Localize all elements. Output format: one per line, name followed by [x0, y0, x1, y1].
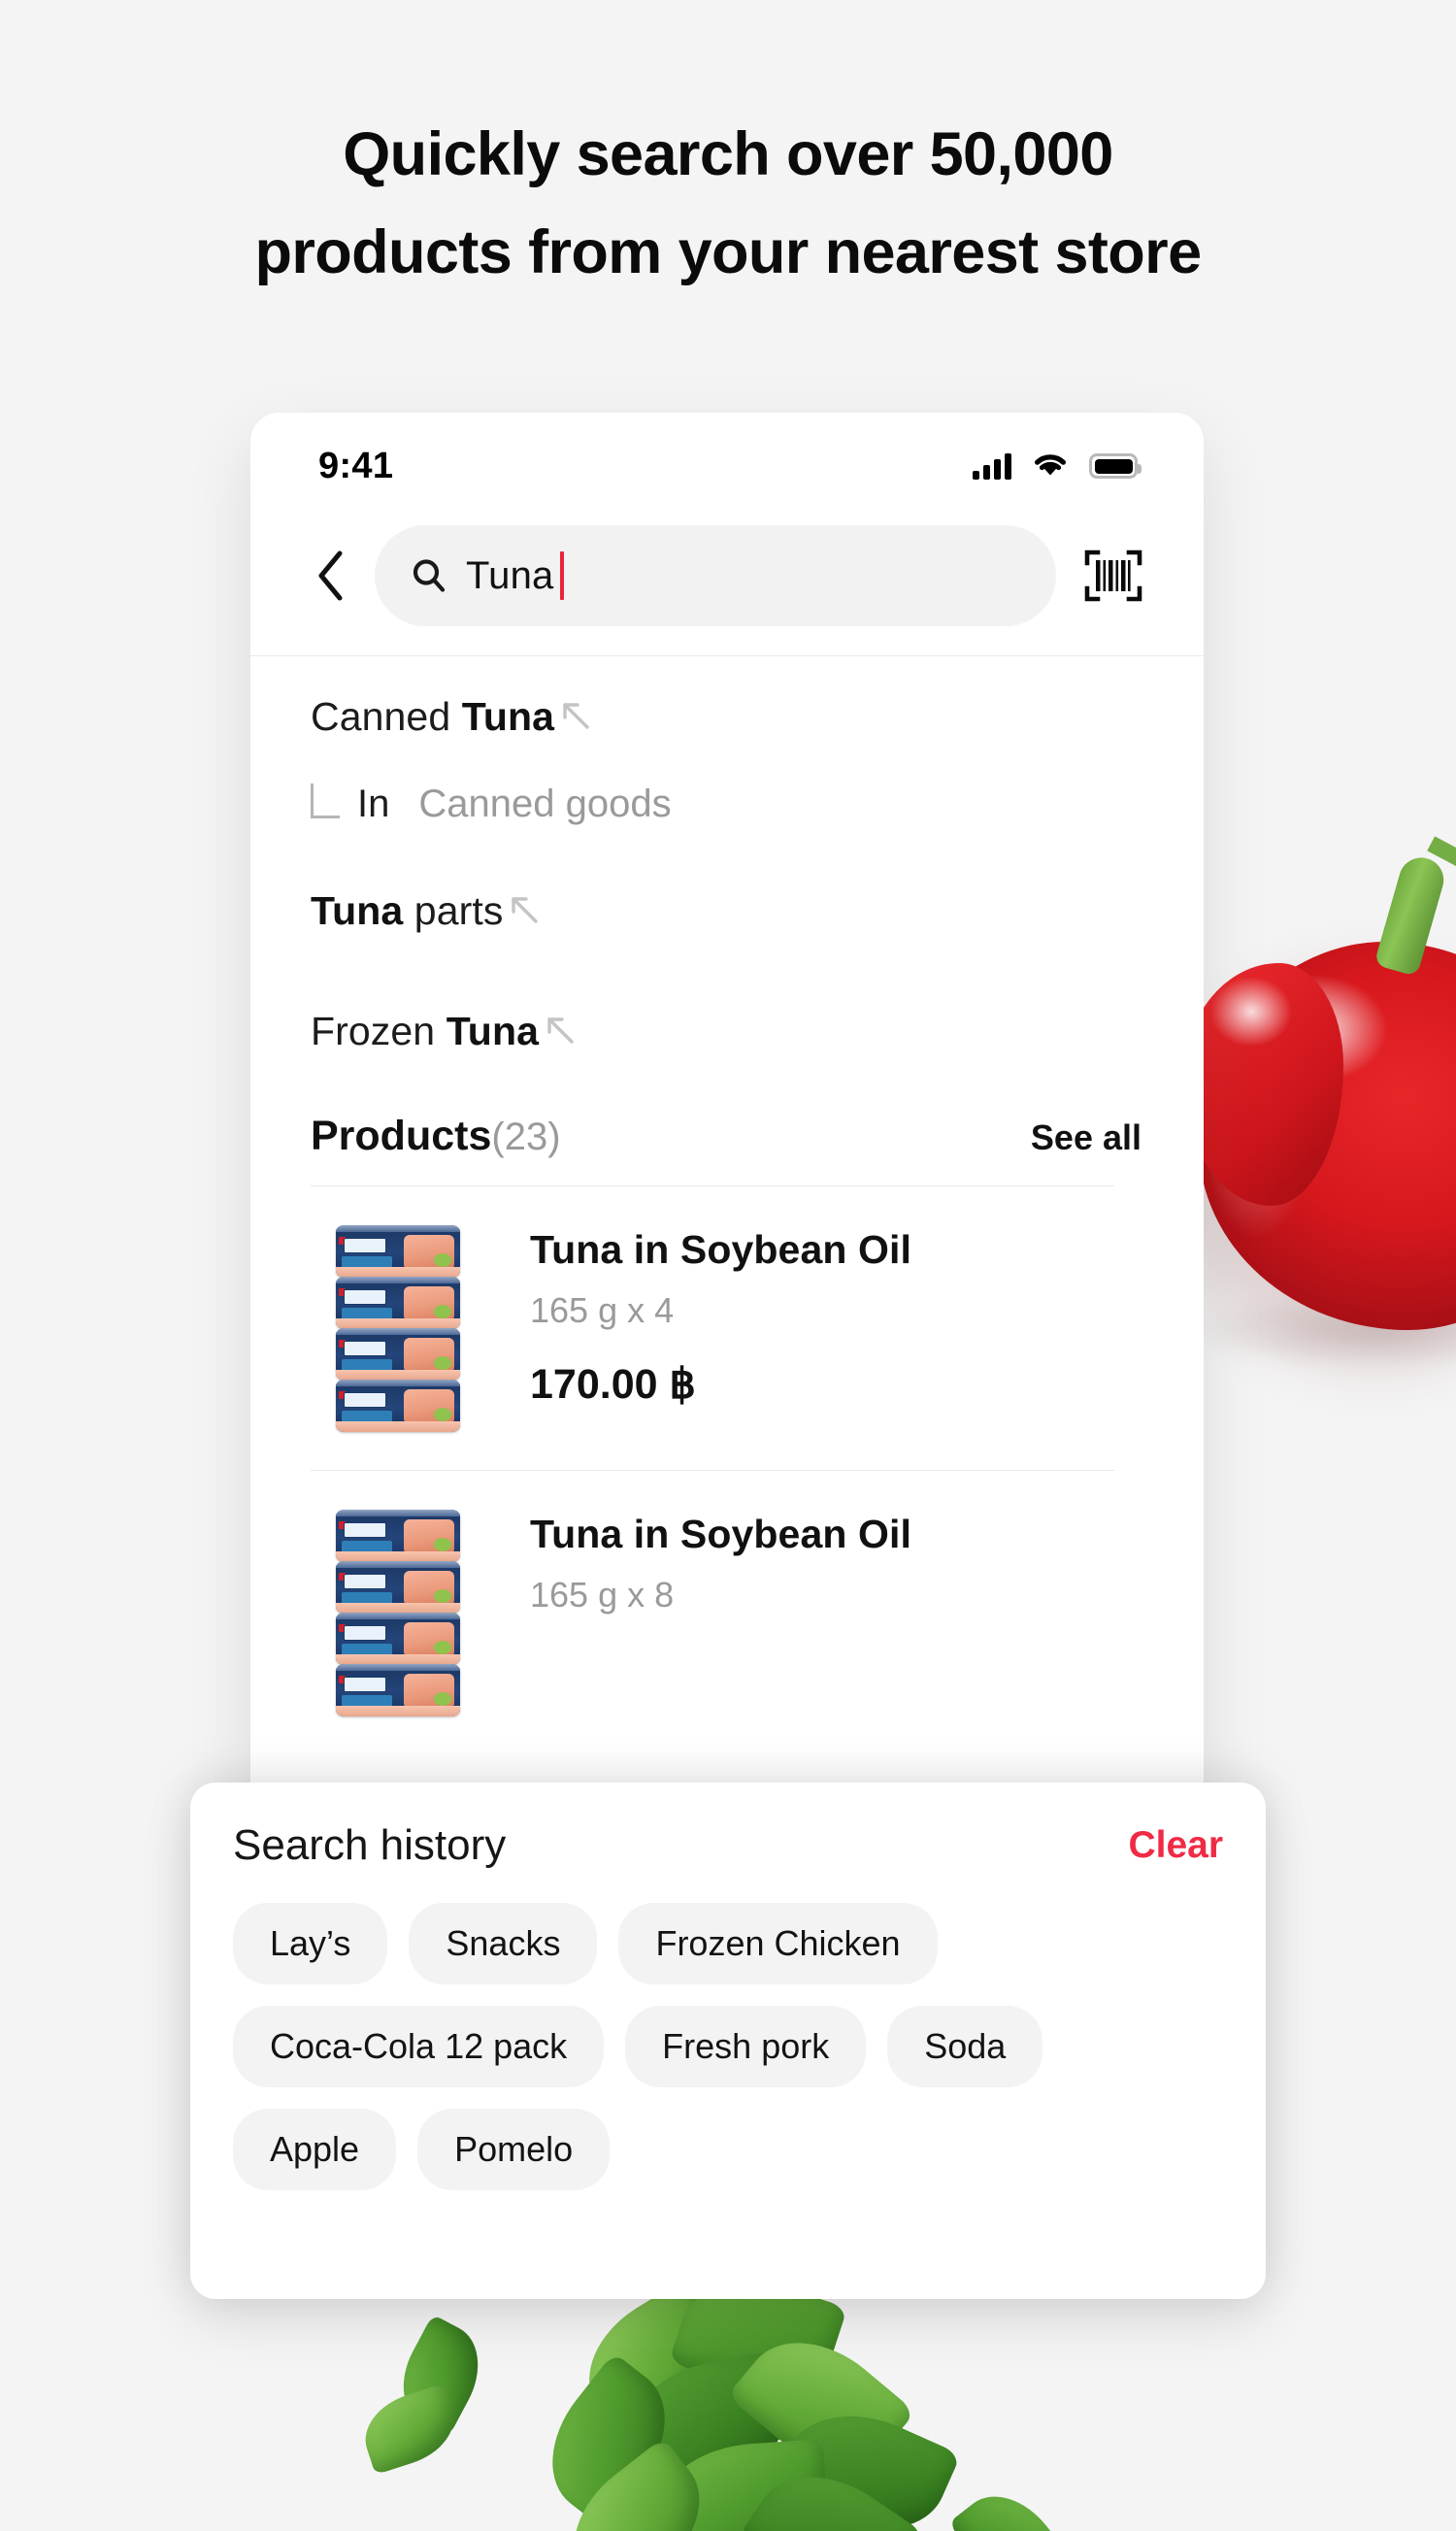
- product-name: Tuna in Soybean Oil: [530, 1512, 911, 1556]
- history-chip[interactable]: Frozen Chicken: [618, 1903, 938, 1984]
- basil-leaves-image: [354, 2260, 1077, 2531]
- basil-leaf: [652, 2439, 831, 2531]
- search-suggestions-list: Canned Tuna In Canned goods Tuna parts F…: [250, 656, 1204, 1091]
- basil-leaf-small: [354, 2382, 465, 2476]
- see-all-link[interactable]: See all: [1031, 1117, 1142, 1158]
- tuna-can: [336, 1510, 460, 1562]
- status-time: 9:41: [318, 445, 394, 486]
- suggestion-label: Tuna parts: [311, 887, 504, 933]
- screenshot-root: Quickly search over 50,000 products from…: [0, 0, 1456, 2531]
- headline-line-1: Quickly search over 50,000: [343, 120, 1113, 188]
- history-chip[interactable]: Fresh pork: [625, 2006, 867, 2087]
- products-count: (23): [491, 1116, 561, 1158]
- tuna-can: [336, 1561, 460, 1614]
- can-stack: [336, 1510, 460, 1716]
- tree-branch-icon: [311, 783, 340, 818]
- search-query-text: Tuna: [466, 551, 564, 600]
- pepper-body: [1199, 942, 1456, 1330]
- basil-leaf: [618, 2348, 803, 2492]
- text-cursor: [559, 551, 564, 600]
- basil-leaf: [770, 2389, 962, 2531]
- search-history-panel: Search history Clear Lay’s Snacks Frozen…: [190, 1782, 1266, 2299]
- tuna-can: [336, 1225, 460, 1278]
- red-bell-pepper-image: [1183, 835, 1456, 1417]
- product-size: 165 g x 4: [530, 1290, 675, 1330]
- canned-tuna-4-pack-image: [311, 1225, 485, 1432]
- pepper-stem: [1373, 851, 1449, 978]
- chevron-left-icon: [318, 550, 343, 601]
- wifi-icon: [1031, 450, 1070, 483]
- search-history-title: Search history: [233, 1821, 507, 1869]
- back-button[interactable]: [301, 546, 361, 606]
- products-title: Products: [311, 1113, 492, 1159]
- basil-leaf-small: [384, 2314, 497, 2438]
- basil-leaf-small: [947, 2476, 1075, 2531]
- search-toolbar: Tuna: [250, 519, 1204, 655]
- clear-history-button[interactable]: Clear: [1128, 1824, 1223, 1867]
- basil-leaf: [726, 2312, 916, 2496]
- barcode-scan-button[interactable]: [1081, 544, 1145, 608]
- basil-leaf: [523, 2351, 694, 2530]
- suggestion-subcategory-row[interactable]: In Canned goods: [250, 757, 1204, 850]
- product-details: Tuna in Soybean Oil 165 g x 4 170.00 ฿: [530, 1225, 1142, 1409]
- product-name: Tuna in Soybean Oil: [530, 1227, 911, 1272]
- search-history-header: Search history Clear: [233, 1821, 1223, 1870]
- product-row[interactable]: Tuna in Soybean Oil 165 g x 4 170.00 ฿: [250, 1186, 1204, 1470]
- basil-leaf: [546, 2437, 727, 2531]
- suggestion-label: Canned Tuna: [311, 693, 555, 739]
- tuna-can: [336, 1277, 460, 1329]
- suggestion-row[interactable]: Frozen Tuna: [250, 971, 1204, 1091]
- history-chip[interactable]: Snacks: [409, 1903, 598, 1984]
- suggestion-label: Frozen Tuna: [311, 1008, 539, 1053]
- status-bar: 9:41: [250, 413, 1204, 519]
- arrow-northwest-icon: [509, 894, 542, 927]
- basil-leaf: [564, 2276, 743, 2439]
- product-row[interactable]: Tuna in Soybean Oil 165 g x 8: [250, 1471, 1204, 1754]
- tuna-can: [336, 1380, 460, 1432]
- pepper-shadow: [1189, 1291, 1456, 1369]
- products-heading: Products(23): [311, 1113, 561, 1160]
- can-stack: [336, 1225, 460, 1432]
- pepper-lobe-right: [1424, 938, 1456, 1229]
- basil-leaf: [738, 2448, 926, 2531]
- page-title: Quickly search over 50,000 products from…: [0, 124, 1456, 283]
- history-chip[interactable]: Apple: [233, 2109, 397, 2190]
- arrow-northwest-icon: [545, 1015, 578, 1048]
- search-input[interactable]: Tuna: [375, 525, 1056, 626]
- status-icons: [973, 450, 1142, 483]
- tuna-can: [336, 1613, 460, 1665]
- arrow-northwest-icon: [560, 700, 593, 733]
- tuna-can: [336, 1664, 460, 1716]
- basil-stem: [702, 2320, 719, 2514]
- headline-line-2: products from your nearest store: [254, 218, 1202, 286]
- phone-mockup: 9:41 Tuna Canned Tuna In Canned goods Tu…: [250, 413, 1204, 1791]
- cellular-signal-icon: [973, 452, 1011, 480]
- history-chip[interactable]: Coca-Cola 12 pack: [233, 2006, 605, 2087]
- history-chip[interactable]: Lay’s: [233, 1903, 388, 1984]
- products-section-header: Products(23) See all: [250, 1091, 1204, 1185]
- suggestion-sub-prefix: In: [357, 782, 390, 825]
- canned-tuna-8-pack-image: [311, 1510, 485, 1716]
- tuna-can: [336, 1328, 460, 1381]
- product-price: 170.00 ฿: [530, 1361, 696, 1408]
- suggestion-sub-category: Canned goods: [418, 782, 672, 825]
- search-value: Tuna: [466, 553, 554, 597]
- history-chip[interactable]: Pomelo: [417, 2109, 611, 2190]
- barcode-scan-icon: [1084, 549, 1142, 602]
- product-details: Tuna in Soybean Oil 165 g x 8: [530, 1510, 1142, 1615]
- pepper-lobe-left: [1183, 963, 1343, 1206]
- search-icon: [413, 559, 446, 592]
- search-history-chips: Lay’s Snacks Frozen Chicken Coca-Cola 12…: [233, 1903, 1223, 2190]
- product-size: 165 g x 8: [530, 1575, 675, 1615]
- history-chip[interactable]: Soda: [887, 2006, 1043, 2087]
- battery-full-icon: [1089, 453, 1142, 479]
- suggestion-row[interactable]: Tuna parts: [250, 850, 1204, 971]
